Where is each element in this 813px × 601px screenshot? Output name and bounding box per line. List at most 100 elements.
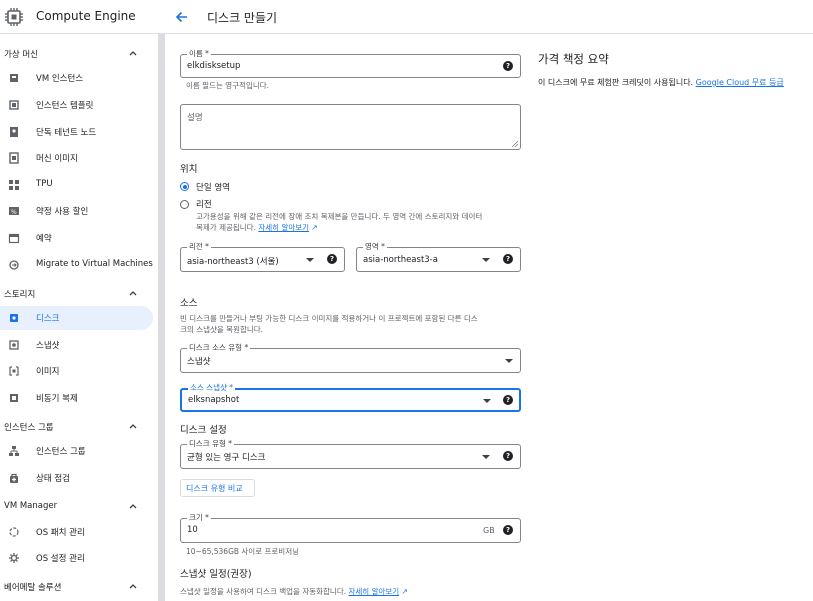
disk-type-select[interactable]: 디스크 유형 * 균형 있는 영구 디스크 ? — [180, 439, 521, 469]
external-link-icon: ↗ — [401, 587, 408, 596]
single-zone-radio[interactable] — [180, 182, 189, 191]
machine-image-icon — [8, 152, 20, 164]
sidebar-item-label: 단독 테넌트 노드 — [36, 128, 97, 138]
patch-icon — [8, 526, 20, 538]
regional-radio[interactable] — [180, 200, 189, 209]
size-hint: 10~65,536GB 사이로 프로비저닝 — [186, 547, 299, 556]
single-zone-label[interactable]: 단일 영역 — [196, 181, 230, 193]
source-snapshot-label: 소스 스냅샷 * — [188, 383, 236, 393]
section-instance-groups[interactable]: 인스턴스 그룹 — [4, 421, 54, 433]
chevron-up-icon[interactable] — [128, 421, 138, 431]
chevron-up-icon[interactable] — [128, 501, 138, 511]
gear-icon — [8, 552, 20, 564]
template-icon — [8, 99, 20, 111]
pricing-text-wrap: 이 디스크에 무료 체험판 크레딧이 사용됩니다. Google Cloud 무… — [538, 77, 784, 88]
sidebar-item-label: Migrate to Virtual Machines — [36, 259, 153, 269]
source-hint-line1: 빈 디스크를 만들거나 부팅 가능한 디스크 이미지를 적용하거나 이 프로젝트… — [180, 314, 478, 323]
zone-select[interactable]: 영역 * asia-northeast3-a ? — [356, 242, 521, 272]
learn-more-link[interactable]: 자세히 알아보기 — [258, 223, 309, 232]
zone-value: asia-northeast3-a — [363, 255, 438, 265]
section-storage[interactable]: 스토리지 — [4, 288, 35, 300]
section-bare-metal[interactable]: 베어메탈 솔루션 — [4, 581, 61, 593]
dropdown-arrow-icon — [306, 258, 314, 262]
app-header: Compute Engine — [0, 0, 164, 34]
help-icon[interactable]: ? — [503, 525, 513, 535]
sidebar-item-instance-templates[interactable]: 인스턴스 템플릿 — [0, 93, 153, 117]
region-select[interactable]: 리전 * asia-northeast3 (서울) ? — [180, 242, 345, 272]
external-link-icon: ↗ — [311, 223, 318, 232]
help-icon[interactable]: ? — [503, 395, 513, 405]
sidebar-item-os-patch[interactable]: OS 패치 관리 — [0, 520, 153, 544]
sidebar-item-label: 인스턴스 템플릿 — [36, 101, 94, 111]
learn-more-link[interactable]: 자세히 알아보기 — [349, 587, 400, 596]
help-icon[interactable]: ? — [327, 254, 337, 264]
size-field[interactable]: 크기 * 10 GB ? — [180, 513, 521, 543]
section-vm[interactable]: 가상 머신 — [4, 48, 38, 60]
dropdown-arrow-icon — [482, 455, 490, 459]
sidebar-item-tpu[interactable]: TPU — [0, 173, 153, 197]
page-header: 디스크 만들기 — [164, 0, 813, 34]
pricing-text: 이 디스크에 무료 체험판 크레딧이 사용됩니다. — [538, 78, 694, 87]
sidebar-item-snapshots[interactable]: 스냅샷 — [0, 333, 153, 357]
sidebar-item-vm-instances[interactable]: VM 인스턴스 — [0, 66, 153, 90]
sidebar-item-label: 스냅샷 — [36, 341, 60, 351]
snapshot-schedule-hint: 스냅샷 일정을 사용하여 디스크 백업을 자동화합니다. — [180, 587, 347, 596]
sidebar-item-machine-images[interactable]: 머신 이미지 — [0, 146, 153, 170]
resize-handle-icon[interactable] — [511, 140, 519, 148]
chevron-up-icon[interactable] — [128, 581, 138, 591]
free-tier-link[interactable]: Google Cloud 무료 등급 — [696, 78, 784, 87]
disk-settings-heading: 디스크 설정 — [180, 425, 227, 436]
section-vm-manager[interactable]: VM Manager — [4, 501, 57, 511]
name-hint: 이름 필드는 영구적입니다. — [186, 81, 270, 90]
help-icon[interactable]: ? — [503, 61, 513, 71]
description-field[interactable]: 설명 — [180, 104, 521, 150]
sidebar-item-label: VM 인스턴스 — [36, 74, 84, 84]
region-value: asia-northeast3 (서울) — [187, 257, 279, 267]
sidebar-item-label: 이미지 — [36, 367, 60, 377]
chevron-up-icon[interactable] — [128, 48, 138, 58]
zone-label: 영역 * — [363, 242, 387, 252]
chevron-up-icon[interactable] — [128, 288, 138, 298]
location-heading: 위치 — [180, 164, 198, 175]
migrate-icon — [8, 259, 20, 271]
sidebar-item-migrate[interactable]: Migrate to Virtual Machines — [0, 253, 153, 277]
source-type-value: 스냅샷 — [187, 357, 211, 367]
description-placeholder: 설명 — [187, 113, 203, 123]
compute-engine-icon — [4, 7, 24, 27]
region-label: 리전 * — [187, 242, 211, 252]
sidebar-item-committed-use[interactable]: % 약정 사용 할인 — [0, 199, 153, 223]
sidebar-item-label: 인스턴스 그룹 — [36, 447, 86, 457]
sidebar-scrollbar[interactable] — [158, 34, 165, 601]
sidebar-item-sole-tenant[interactable]: 단독 테넌트 노드 — [0, 120, 153, 144]
sidebar-item-label: 머신 이미지 — [36, 154, 78, 164]
compare-disk-types-label: 디스크 유형 비교 — [186, 484, 243, 493]
regional-label[interactable]: 리전 — [196, 198, 212, 210]
name-field[interactable]: 이름 * elkdisksetup ? — [180, 49, 521, 78]
source-type-select[interactable]: 디스크 소스 유형 * 스냅샷 — [180, 343, 521, 373]
snapshot-schedule-heading: 스냅샷 일정(권장) — [180, 569, 252, 580]
calendar-icon — [8, 232, 20, 244]
source-snapshot-select[interactable]: 소스 스냅샷 * elksnapshot ? — [180, 383, 521, 412]
name-input[interactable]: elkdisksetup — [187, 61, 240, 71]
sidebar-item-health-checks[interactable]: 상태 점검 — [0, 466, 153, 490]
arrow-back-icon[interactable] — [174, 9, 190, 25]
help-icon[interactable]: ? — [503, 451, 513, 461]
size-label: 크기 * — [187, 513, 211, 523]
sidebar-item-label: 상태 점검 — [36, 474, 70, 484]
regional-hint-line1: 고가용성을 위해 같은 리전에 장애 조치 복제본을 만듭니다. 두 영역 간에… — [196, 212, 483, 221]
discount-icon: % — [8, 205, 20, 217]
compare-disk-types-button[interactable]: 디스크 유형 비교 — [180, 479, 255, 497]
sidebar-item-reservations[interactable]: 예약 — [0, 226, 153, 250]
disk-icon — [8, 312, 20, 324]
sidebar-item-async-replication[interactable]: 비동기 복제 — [0, 386, 153, 410]
help-icon[interactable]: ? — [503, 254, 513, 264]
source-heading: 소스 — [180, 298, 198, 309]
snapshot-icon — [8, 339, 20, 351]
size-input[interactable]: 10 — [187, 525, 198, 535]
sidebar-item-images[interactable]: 이미지 — [0, 359, 153, 383]
source-hint-line2: 크의 스냅샷을 복원합니다. — [180, 325, 264, 334]
disk-type-value: 균형 있는 영구 디스크 — [187, 453, 266, 463]
sidebar-item-disks[interactable]: 디스크 — [0, 306, 153, 330]
sidebar-item-instance-groups[interactable]: 인스턴스 그룹 — [0, 439, 153, 463]
sidebar-item-os-config[interactable]: OS 설정 관리 — [0, 546, 153, 570]
